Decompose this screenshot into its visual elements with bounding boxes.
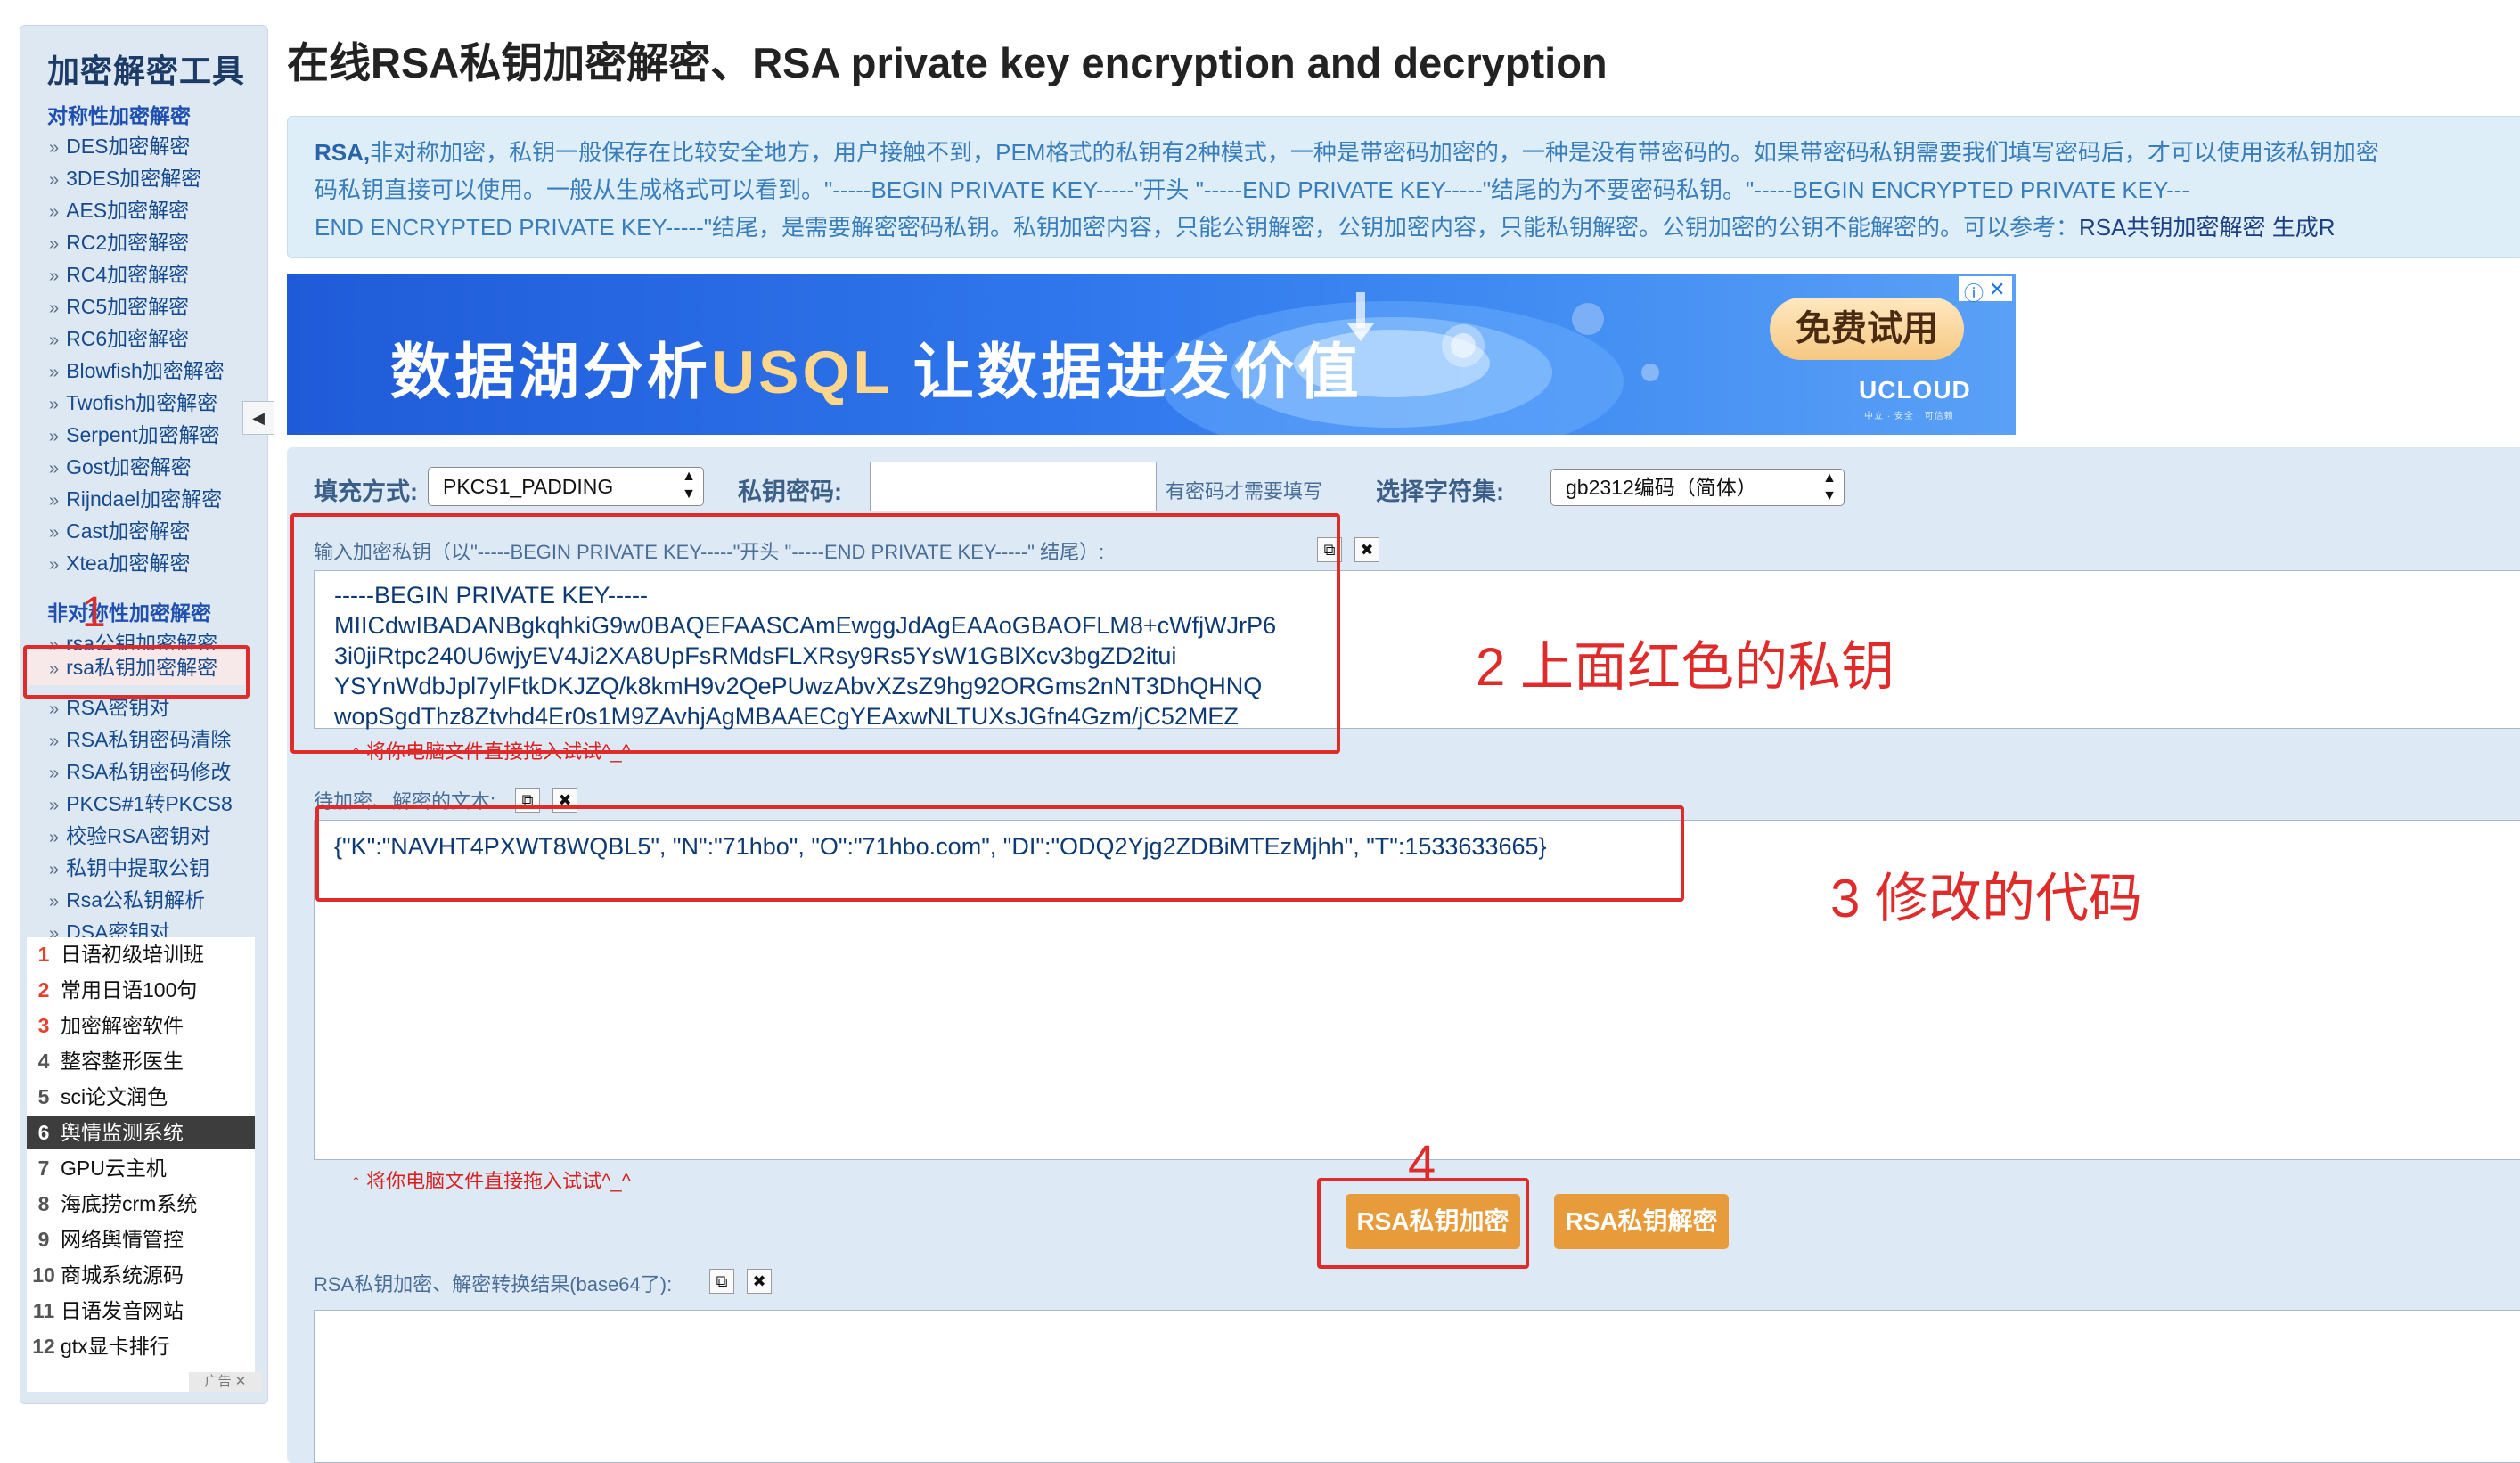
charset-select[interactable]: gb2312编码（简体） ▲ ▼ [1550,469,1845,506]
list-item[interactable]: 10 商城系统源码 [27,1258,255,1292]
page-title: 在线RSA私钥加密解密、RSA private key encryption a… [287,39,1608,86]
sidebar-item-key-parse[interactable]: » Rsa公私钥解析 [49,883,205,913]
chevron-right-icon: » [49,491,60,511]
chevron-right-icon: » [49,395,60,414]
list-item[interactable]: 4 整容整形医生 [27,1044,255,1078]
chevron-right-icon: » [49,298,60,318]
chevron-right-icon: » [49,266,60,286]
sidebar-item-rijndael[interactable]: » Rijndael加密解密 [49,482,222,512]
ad-ranked-list: 1 日语初级培训班 2 常用日语100句 3 加密解密软件 4 整容整形医生 5 sci论… [27,937,255,1392]
chevron-right-icon: » [49,555,60,575]
sidebar-item-serpent[interactable]: » Serpent加密解密 [49,418,220,448]
chevron-right-icon: » [49,202,60,222]
chevron-right-icon: » [49,699,60,719]
sidebar-section-symmetric: 对称性加密解密 [47,104,191,127]
chevron-updown-icon: ▲ ▼ [1822,470,1837,503]
drop-hint-text: ↑ 将你电脑文件直接拖入试试^_^ [351,1170,631,1192]
ad-label-badge[interactable]: 广告 ✕ [189,1372,262,1392]
result-label: RSA私钥加密、解密转换结果(base64了): [314,1273,673,1295]
ad-headline: 数据湖分析USQL 让数据进发价值 [390,339,1362,406]
sidebar-item-rc5[interactable]: » RC5加密解密 [49,290,189,320]
ad-brand-tagline: 中立 · 安全 · 可信赖 [1864,412,1954,421]
annotation-box-4 [1317,1178,1529,1269]
copy-icon[interactable]: ⧉ [709,1269,734,1294]
chevron-right-icon: » [49,427,60,446]
list-item[interactable]: 7 GPU云主机 [27,1151,255,1185]
sidebar-section-asymmetric: 非对称性加密解密 [47,601,211,625]
info-icon[interactable]: ⓘ [1964,278,1984,306]
chevron-right-icon: » [49,764,60,783]
password-hint: 有密码才需要填写 [1166,480,1323,503]
list-item[interactable]: 5 sci论文润色 [27,1080,255,1114]
list-item[interactable]: 9 网络舆情管控 [27,1222,255,1256]
sidebar-title: 加密解密工具 [47,53,246,89]
intro-box: RSA,非对称加密，私钥一般保存在比较安全地方，用户接触不到，PEM格式的私钥有… [287,116,2520,258]
chevron-right-icon: » [49,523,60,543]
intro-line-1: RSA,非对称加密，私钥一般保存在比较安全地方，用户接触不到，PEM格式的私钥有… [315,139,2379,166]
chevron-right-icon: » [49,234,60,254]
ad-brand-logo: UCLOUD [1859,376,1971,404]
chevron-right-icon: » [49,796,60,815]
ad-free-trial-button[interactable]: 免费试用 [1770,298,1964,360]
clear-icon[interactable]: ✖ [1354,537,1379,562]
sidebar-item-3des[interactable]: » 3DES加密解密 [49,161,201,192]
sidebar-item-rc2[interactable]: » RC2加密解密 [49,225,189,256]
list-item[interactable]: 1 日语初级培训班 [27,937,255,971]
sidebar-item-xtea[interactable]: » Xtea加密解密 [49,546,190,576]
annotation-label-2: 2 上面红色的私钥 [1476,637,1895,697]
sidebar-item-rc6[interactable]: » RC6加密解密 [49,322,189,352]
chevron-right-icon: » [49,892,60,911]
sidebar-collapse-button[interactable]: ◀ [242,401,274,435]
rsa-private-decrypt-button[interactable]: RSA私钥解密 [1554,1194,1729,1249]
password-label: 私钥密码: [738,478,842,505]
annotation-box-2 [290,513,1340,754]
chevron-right-icon: » [49,860,60,879]
chevron-right-icon: » [49,331,60,350]
annotation-box-3 [315,805,1684,902]
sidebar-item-rsa-pwd-clear[interactable]: » RSA私钥密码清除 [49,723,231,753]
ad-banner[interactable]: 数据湖分析USQL 让数据进发价值 免费试用 UCLOUD 中立 · 安全 · … [287,274,2016,435]
annotation-label-4: 4 [1408,1134,1436,1190]
sidebar-item-aes[interactable]: » AES加密解密 [49,193,189,224]
sidebar-item-gost[interactable]: » Gost加密解密 [49,450,192,480]
sidebar-item-des[interactable]: » DES加密解密 [49,129,190,159]
intro-line-2: 码私钥直接可以使用。一般从生成格式可以看到。"-----BEGIN PRIVAT… [315,176,2190,203]
list-item[interactable]: 2 常用日语100句 [27,973,255,1007]
sidebar-item-pkcs1-pkcs8[interactable]: » PKCS#1转PKCS8 [49,787,233,817]
chevron-right-icon: » [49,363,60,382]
sidebar-item-twofish[interactable]: » Twofish加密解密 [49,386,217,416]
list-item[interactable]: 12 gtx显卡排行 [27,1329,255,1363]
sidebar-item-rsa-pwd-change[interactable]: » RSA私钥密码修改 [49,755,231,785]
chevron-updown-icon: ▲ ▼ [682,469,696,502]
chevron-right-icon: » [49,732,60,751]
password-input[interactable] [870,462,1157,511]
chevron-right-icon: » [49,459,60,478]
sidebar-item-cast[interactable]: » Cast加密解密 [49,514,190,544]
intro-line-3: END ENCRYPTED PRIVATE KEY-----"结尾，是需要解密密… [315,214,2336,241]
annotation-box-1 [23,645,250,699]
chevron-right-icon: » [49,828,60,847]
charset-label: 选择字符集: [1376,478,1504,505]
list-item[interactable]: 11 日语发音网站 [27,1294,255,1328]
sidebar-item-extract-public[interactable]: » 私钥中提取公钥 [49,851,209,881]
sidebar-item-verify-keypair[interactable]: » 校验RSA密钥对 [49,819,210,849]
list-item[interactable]: 8 海底捞crm系统 [27,1187,255,1221]
sidebar-item-rc4[interactable]: » RC4加密解密 [49,257,189,288]
clear-icon[interactable]: ✖ [747,1269,772,1294]
annotation-label-3: 3 修改的代码 [1830,869,2143,928]
list-item-highlighted[interactable]: 6 舆情监测系统 [27,1116,255,1149]
result-textarea[interactable] [314,1310,2520,1463]
annotation-label-1: 1 [82,589,106,636]
padding-label: 填充方式: [314,478,418,505]
sidebar-item-blowfish[interactable]: » Blowfish加密解密 [49,354,225,384]
chevron-right-icon: » [49,138,60,158]
close-icon[interactable]: ✕ [1989,278,2005,301]
reference-links[interactable]: RSA共钥加密解密 生成R [2079,214,2335,241]
padding-select[interactable]: PKCS1_PADDING ▲ ▼ [428,467,704,506]
list-item[interactable]: 3 加密解密软件 [27,1009,255,1042]
chevron-right-icon: » [49,170,60,190]
ad-controls: ⓘ ✕ [1959,276,2012,305]
